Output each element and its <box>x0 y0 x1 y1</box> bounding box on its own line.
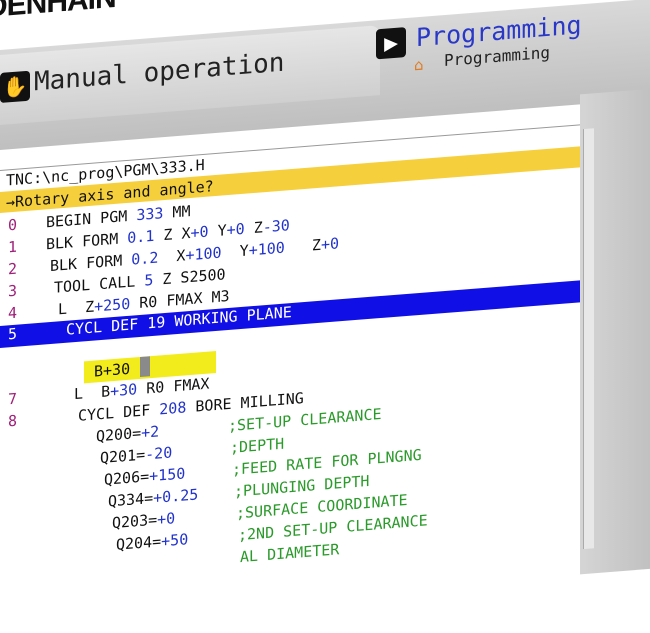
value-input-text[interactable]: B+30 <box>94 360 130 381</box>
line-number: 1 <box>8 237 18 257</box>
numeric-value: +50 <box>161 530 189 551</box>
code-token: Q201= <box>100 445 146 468</box>
numeric-value: +100 <box>248 238 285 260</box>
line-number: 0 <box>8 215 18 235</box>
line-code: Q203=+0 <box>112 509 175 532</box>
numeric-value: 333 <box>136 204 164 225</box>
numeric-value: -30 <box>262 216 290 237</box>
code-token: Z <box>244 218 263 238</box>
numeric-value: +0 <box>320 234 339 254</box>
code-token: Y <box>208 221 227 241</box>
code-token: Q204= <box>116 532 162 554</box>
line-comment: ;DEPTH <box>230 434 285 457</box>
line-number: 5 <box>8 324 18 344</box>
brand-logo: DENHAIN <box>0 0 116 25</box>
code-token: X <box>158 246 186 267</box>
numeric-value: -20 <box>145 443 173 464</box>
numeric-value: +2 <box>141 422 160 442</box>
numeric-value: +0 <box>226 219 245 240</box>
code-token: Q334= <box>108 488 154 511</box>
code-token: Y <box>221 241 249 262</box>
numeric-value: +150 <box>149 464 186 486</box>
numeric-value: 5 <box>144 270 154 290</box>
line-number: 7 <box>8 389 18 409</box>
code-token: Q200= <box>96 423 142 446</box>
numeric-value: +0.25 <box>153 485 199 507</box>
line-number: 3 <box>8 281 18 301</box>
screen: DENHAIN ✋ Manual operation ▶ Programming… <box>0 0 650 631</box>
numeric-value: 0.2 <box>131 248 159 269</box>
numeric-value: +0 <box>157 509 176 529</box>
numeric-value: 0.1 <box>127 226 155 247</box>
text-cursor <box>140 356 150 377</box>
numeric-value: +250 <box>94 294 131 316</box>
numeric-value: 208 <box>159 398 187 419</box>
hand-icon: ✋ <box>0 70 30 103</box>
line-number: 8 <box>8 411 18 431</box>
code-token: L Z <box>58 297 95 319</box>
program-icon[interactable]: ▶ <box>376 27 406 60</box>
numeric-value: +100 <box>185 243 222 265</box>
code-token: MM <box>163 202 191 223</box>
numeric-value: +0 <box>190 222 209 243</box>
code-token: Z X <box>154 224 191 245</box>
code-token: Q203= <box>112 510 158 533</box>
code-token: Z <box>284 235 321 257</box>
home-icon: ⌂ <box>414 55 424 75</box>
line-number: 4 <box>8 303 18 323</box>
code-token: L B <box>74 382 111 404</box>
line-number: 2 <box>8 259 18 279</box>
line-code: Q200=+2 <box>96 422 159 445</box>
code-token: Q206= <box>104 467 150 489</box>
scrollbar[interactable] <box>583 128 594 550</box>
numeric-value: +30 <box>110 380 138 401</box>
